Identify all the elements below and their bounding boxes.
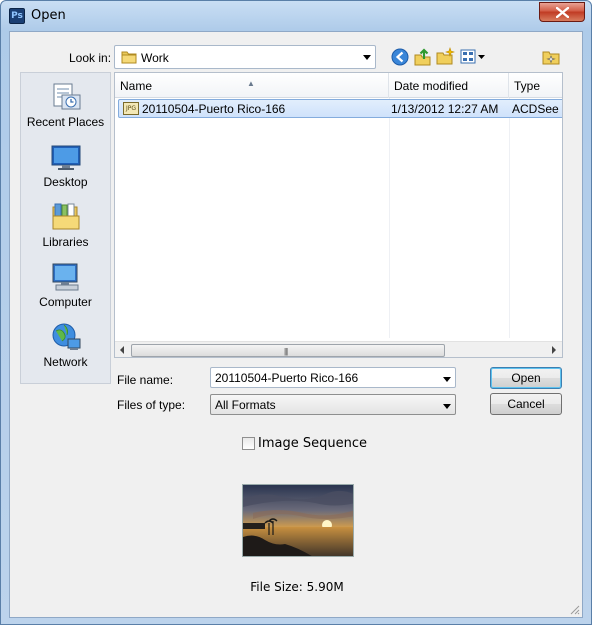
- files-of-type-label: Files of type:: [117, 398, 186, 412]
- scroll-left-icon[interactable]: [120, 346, 124, 354]
- title-bar[interactable]: Ps Open: [1, 1, 591, 31]
- view-menu-icon[interactable]: [459, 47, 487, 67]
- image-sequence-label: Image Sequence: [258, 436, 367, 451]
- network-icon: [52, 323, 81, 350]
- dialog-body: Look in: Work Recent Places Desktop Libr…: [9, 31, 583, 618]
- file-name: 20110504-Puerto Rico-166: [142, 102, 286, 116]
- scroll-right-icon[interactable]: [552, 346, 556, 354]
- column-header-label: Date modified: [394, 79, 469, 93]
- column-divider: [509, 98, 510, 338]
- look-in-label: Look in:: [69, 51, 112, 65]
- chevron-down-icon: [363, 55, 371, 60]
- new-folder-icon[interactable]: [435, 47, 455, 67]
- file-size-text: File Size: 5.90M: [250, 580, 344, 594]
- open-button[interactable]: Open: [490, 367, 562, 389]
- grip-icon: |||: [284, 347, 288, 356]
- place-libraries[interactable]: Libraries: [21, 201, 110, 259]
- horizontal-scrollbar[interactable]: |||: [115, 341, 562, 357]
- column-header-name[interactable]: ▲ Name: [115, 73, 389, 98]
- places-bar: Recent Places Desktop Libraries Computer…: [20, 72, 111, 384]
- column-header-label: Type: [514, 79, 541, 93]
- file-date: 1/13/2012 12:27 AM: [391, 102, 499, 116]
- up-folder-icon[interactable]: [413, 47, 433, 67]
- place-label: Desktop: [43, 175, 88, 189]
- place-label: Libraries: [42, 235, 89, 249]
- sunset-preview-image: [243, 485, 353, 556]
- look-in-dropdown[interactable]: Work: [114, 45, 376, 69]
- column-header-label: Name: [120, 79, 153, 93]
- photoshop-app-icon: Ps: [9, 8, 25, 24]
- recent-places-icon: [53, 83, 81, 110]
- files-of-type-dropdown[interactable]: All Formats: [210, 394, 456, 415]
- look-in-value: Work: [141, 51, 169, 65]
- place-label: Network: [43, 355, 88, 369]
- column-header-date[interactable]: Date modified: [389, 73, 509, 98]
- close-icon: [556, 7, 569, 18]
- folder-icon: [121, 51, 137, 64]
- place-label: Computer: [39, 295, 92, 309]
- file-row[interactable]: JPG 20110504-Puerto Rico-166 1/13/2012 1…: [118, 99, 562, 118]
- image-sequence-checkbox[interactable]: [242, 437, 255, 450]
- close-button[interactable]: [539, 2, 585, 22]
- cancel-button[interactable]: Cancel: [490, 393, 562, 415]
- window-title: Open: [31, 8, 66, 23]
- computer-icon: [52, 263, 79, 291]
- chevron-down-icon: [443, 404, 451, 409]
- libraries-icon: [52, 203, 80, 230]
- place-label: Recent Places: [26, 115, 105, 129]
- place-recent-places[interactable]: Recent Places: [21, 81, 110, 139]
- file-list-header: ▲ Name Date modified Type: [115, 73, 562, 98]
- file-name-value: 20110504-Puerto Rico-166: [215, 371, 359, 385]
- back-arrow-icon[interactable]: [390, 47, 410, 67]
- new-folder-icon[interactable]: [541, 47, 561, 67]
- place-computer[interactable]: Computer: [21, 261, 110, 319]
- place-network[interactable]: Network: [21, 321, 110, 379]
- jpg-file-icon: JPG: [123, 102, 139, 115]
- resize-grip-icon[interactable]: [568, 603, 580, 615]
- column-divider: [389, 98, 390, 338]
- place-desktop[interactable]: Desktop: [21, 141, 110, 199]
- chevron-down-icon: [443, 377, 451, 382]
- open-dialog: Ps Open Look in: Work Recent Places Desk…: [0, 0, 592, 625]
- file-name-label: File name:: [117, 373, 174, 387]
- column-header-type[interactable]: Type: [509, 73, 562, 98]
- file-list[interactable]: ▲ Name Date modified Type JPG 20110504-P…: [114, 72, 563, 358]
- sort-ascending-icon: ▲: [247, 79, 255, 88]
- image-preview: [242, 484, 354, 557]
- file-type: ACDSee P: [512, 102, 562, 116]
- scrollbar-thumb[interactable]: |||: [131, 344, 445, 357]
- file-name-combo[interactable]: 20110504-Puerto Rico-166: [210, 367, 456, 388]
- files-of-type-value: All Formats: [215, 398, 276, 412]
- desktop-icon: [51, 145, 81, 170]
